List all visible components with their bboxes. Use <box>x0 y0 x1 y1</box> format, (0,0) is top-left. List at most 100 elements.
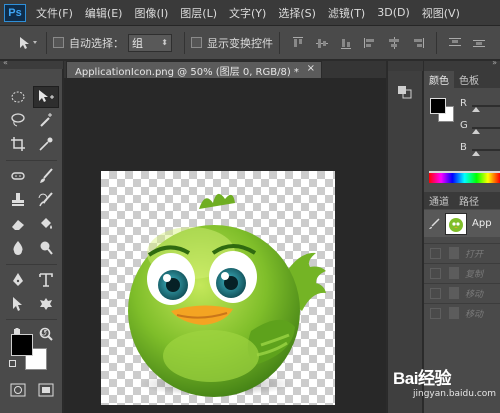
blur-icon <box>13 241 23 255</box>
menu-select[interactable]: 选择(S) <box>278 5 316 21</box>
tab-paths[interactable]: 路径 <box>454 192 484 209</box>
brush-tool[interactable] <box>33 165 59 187</box>
swap-colors-icon[interactable]: ↺ <box>40 329 48 339</box>
layer-row[interactable]: App <box>424 210 500 237</box>
move-tool-preset-icon[interactable] <box>18 36 40 50</box>
menu-3d[interactable]: 3D(D) <box>377 6 410 19</box>
layers-panel-tabs: 通道 路径 <box>424 192 500 209</box>
separator <box>436 31 437 54</box>
history-brush-icon <box>38 192 53 207</box>
separator <box>184 31 185 54</box>
align-bottom-icon[interactable] <box>339 36 353 50</box>
align-hcenter-icon[interactable] <box>387 36 401 50</box>
crop-tool[interactable] <box>5 133 31 155</box>
history-row[interactable]: 打开 <box>424 243 500 262</box>
history-row[interactable]: 移动 <box>424 283 500 302</box>
eraser-tool[interactable] <box>5 213 31 235</box>
lasso-tool[interactable] <box>5 109 31 131</box>
healing-icon <box>11 172 25 180</box>
screen-mode-button[interactable] <box>33 379 59 401</box>
dock-header <box>388 61 423 71</box>
dodge-tool[interactable] <box>33 237 59 259</box>
magic-wand-tool[interactable] <box>33 109 59 131</box>
align-right-icon[interactable] <box>411 36 425 50</box>
image-canvas[interactable] <box>101 171 335 405</box>
show-transform-label: 显示变换控件 <box>207 36 273 50</box>
history-row-label: 复制 <box>465 269 484 280</box>
tab-channels[interactable]: 通道 <box>424 192 454 209</box>
toolbar-separator <box>6 264 57 265</box>
shape-icon <box>40 298 52 310</box>
red-slider[interactable]: R <box>460 98 500 112</box>
layer-thumbnail <box>445 212 467 235</box>
auto-select-checkbox[interactable] <box>53 37 64 48</box>
align-top-icon[interactable] <box>291 36 305 50</box>
menu-file[interactable]: 文件(F) <box>36 5 73 21</box>
tab-swatches[interactable]: 色板 <box>454 71 484 88</box>
green-slider[interactable]: G <box>460 120 500 134</box>
history-row[interactable]: 复制 <box>424 263 500 282</box>
healing-tool[interactable] <box>5 165 31 187</box>
bird-image <box>128 193 326 397</box>
slider-thumb[interactable] <box>472 151 480 156</box>
brush-icon <box>40 168 53 183</box>
blue-label: B <box>460 142 467 153</box>
checkbox[interactable] <box>430 267 441 279</box>
quick-mask-button[interactable] <box>5 379 31 401</box>
eyedropper-tool[interactable] <box>33 133 59 155</box>
pen-icon <box>13 273 23 286</box>
blur-tool[interactable] <box>5 237 31 259</box>
history-brush-tool[interactable] <box>33 189 59 211</box>
close-icon[interactable]: × <box>307 63 315 74</box>
color-spectrum-bar[interactable] <box>429 171 500 183</box>
slider-thumb[interactable] <box>472 107 480 112</box>
collapse-icon[interactable]: « <box>3 58 8 67</box>
color-panel-tabs: 颜色 色板 <box>424 71 500 88</box>
history-row-label: 移动 <box>465 289 484 300</box>
marquee-tool[interactable] <box>5 86 31 108</box>
show-transform-checkbox[interactable] <box>191 37 202 48</box>
menu-image[interactable]: 图像(I) <box>134 5 168 21</box>
collapse-icon[interactable]: » <box>492 58 497 67</box>
align-vcenter-icon[interactable] <box>315 36 329 50</box>
menu-edit[interactable]: 编辑(E) <box>85 5 123 21</box>
pen-tool[interactable] <box>5 269 31 291</box>
magic-wand-icon <box>40 113 52 127</box>
red-label: R <box>460 98 467 109</box>
shape-tool[interactable] <box>33 293 59 315</box>
slider-thumb[interactable] <box>472 129 480 134</box>
menu-type[interactable]: 文字(Y) <box>229 5 266 21</box>
align-left-icon[interactable] <box>363 36 377 50</box>
document-window: ApplicationIcon.png @ 50% (图层 0, RGB/8) … <box>64 61 386 413</box>
menu-view[interactable]: 视图(V) <box>422 5 460 21</box>
eraser-icon <box>12 220 24 230</box>
path-select-tool[interactable] <box>5 293 31 315</box>
move-tool[interactable] <box>33 86 59 108</box>
history-row[interactable]: 移动 <box>424 303 500 322</box>
type-icon <box>39 273 53 287</box>
checkbox[interactable] <box>430 287 441 299</box>
checkbox[interactable] <box>430 307 441 319</box>
tab-color[interactable]: 颜色 <box>424 71 454 88</box>
history-row-label: 移动 <box>465 309 484 320</box>
distribute-vcenter-icon[interactable] <box>472 36 486 50</box>
foreground-color-swatch[interactable] <box>11 334 33 356</box>
toolbar-separator <box>6 160 57 161</box>
auto-select-dropdown[interactable]: 组 ⬍ <box>128 33 172 52</box>
default-colors-icon[interactable] <box>9 360 16 367</box>
menu-filter[interactable]: 滤镜(T) <box>328 5 365 21</box>
document-tab[interactable]: ApplicationIcon.png @ 50% (图层 0, RGB/8) … <box>66 61 322 78</box>
dodge-icon <box>40 241 53 255</box>
history-icon[interactable] <box>397 83 413 102</box>
panel-foreground-swatch[interactable] <box>430 98 446 114</box>
distribute-top-icon[interactable] <box>448 36 462 50</box>
blue-slider[interactable]: B <box>460 142 500 156</box>
document-icon <box>449 267 459 279</box>
clone-stamp-tool[interactable] <box>5 189 31 211</box>
type-tool[interactable] <box>33 269 59 291</box>
checkbox[interactable] <box>430 247 441 259</box>
menu-layer[interactable]: 图层(L) <box>180 5 217 21</box>
move-icon <box>39 90 54 102</box>
paint-bucket-tool[interactable] <box>33 213 59 235</box>
screen-mode-icon <box>38 383 54 397</box>
